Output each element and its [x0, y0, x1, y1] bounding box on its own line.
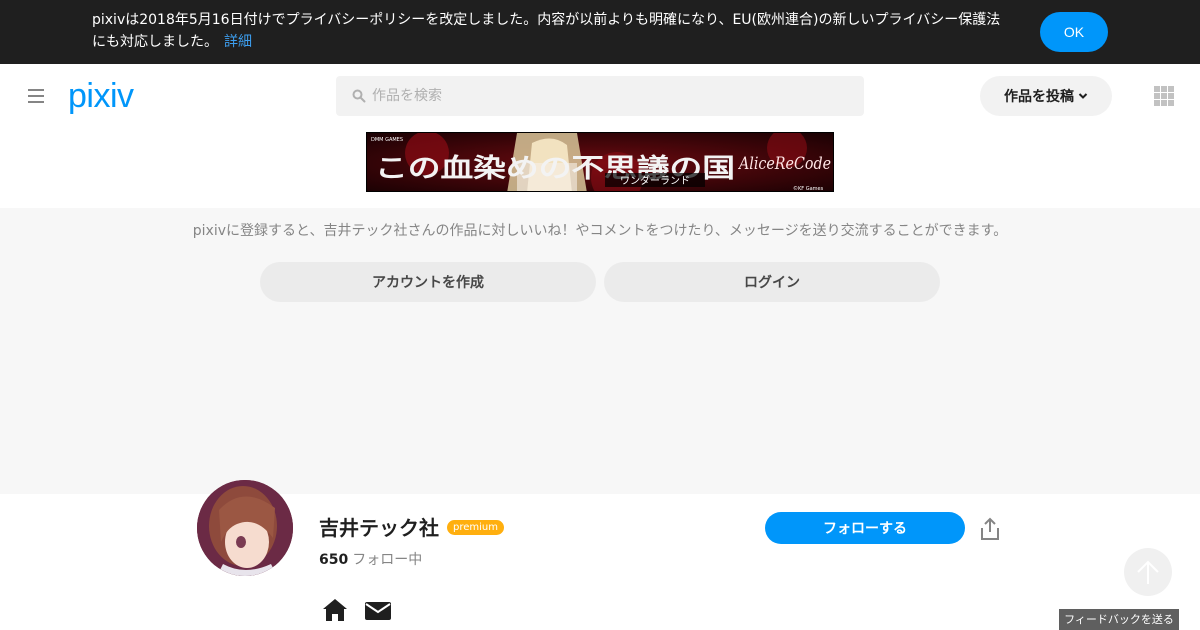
post-work-label: 作品を投稿 [1004, 89, 1074, 105]
follow-button[interactable]: フォローする [765, 512, 965, 544]
arrow-up-icon [1137, 560, 1159, 584]
feedback-button[interactable]: フィードバックを送る [1059, 609, 1179, 630]
following-count[interactable]: 650 フォロー中 [319, 550, 422, 570]
ad-banner[interactable]: DMM GAMES この血染めの不思議の国 ワンダーランド AliceReCod… [366, 132, 834, 192]
ad-subtitle: ワンダーランド [620, 174, 690, 187]
ad-copyright: ©KF Games [793, 185, 824, 192]
register-message: pixivに登録すると、吉井テック社さんの作品に対しいいね！やコメントをつけたり… [192, 223, 1008, 239]
register-panel [0, 208, 1200, 494]
menu-icon[interactable] [28, 89, 44, 103]
home-icon[interactable] [322, 598, 348, 622]
following-number: 650 [319, 552, 349, 568]
ad-banner-art: DMM GAMES この血染めの不思議の国 ワンダーランド AliceReCod… [367, 133, 833, 192]
search-bar[interactable] [336, 76, 864, 116]
search-input[interactable] [372, 76, 852, 116]
share-icon[interactable] [979, 517, 1001, 541]
create-account-button[interactable]: アカウントを作成 [260, 262, 596, 302]
ok-button[interactable]: OK [1040, 12, 1108, 52]
pixiv-logo[interactable]: pixiv [68, 76, 134, 116]
login-button[interactable]: ログイン [604, 262, 940, 302]
scroll-to-top-button[interactable] [1124, 548, 1172, 596]
search-icon [352, 89, 366, 103]
post-work-button[interactable]: 作品を投稿 [980, 76, 1112, 116]
ad-brand: AliceReCode [737, 154, 831, 174]
privacy-notice: pixivは2018年5月16日付けでプライバシーポリシーを改定しました。内容が… [92, 9, 1012, 53]
user-name: 吉井テック社 [319, 516, 439, 540]
avatar[interactable] [197, 480, 293, 576]
ad-publisher: DMM GAMES [371, 137, 403, 143]
chevron-down-icon [1078, 93, 1088, 99]
avatar-image [197, 480, 293, 576]
following-label: フォロー中 [352, 552, 423, 568]
premium-badge: premium [447, 520, 504, 535]
mail-icon[interactable] [364, 600, 392, 622]
details-link[interactable]: 詳細 [224, 34, 252, 50]
apps-grid-icon[interactable] [1154, 86, 1174, 106]
